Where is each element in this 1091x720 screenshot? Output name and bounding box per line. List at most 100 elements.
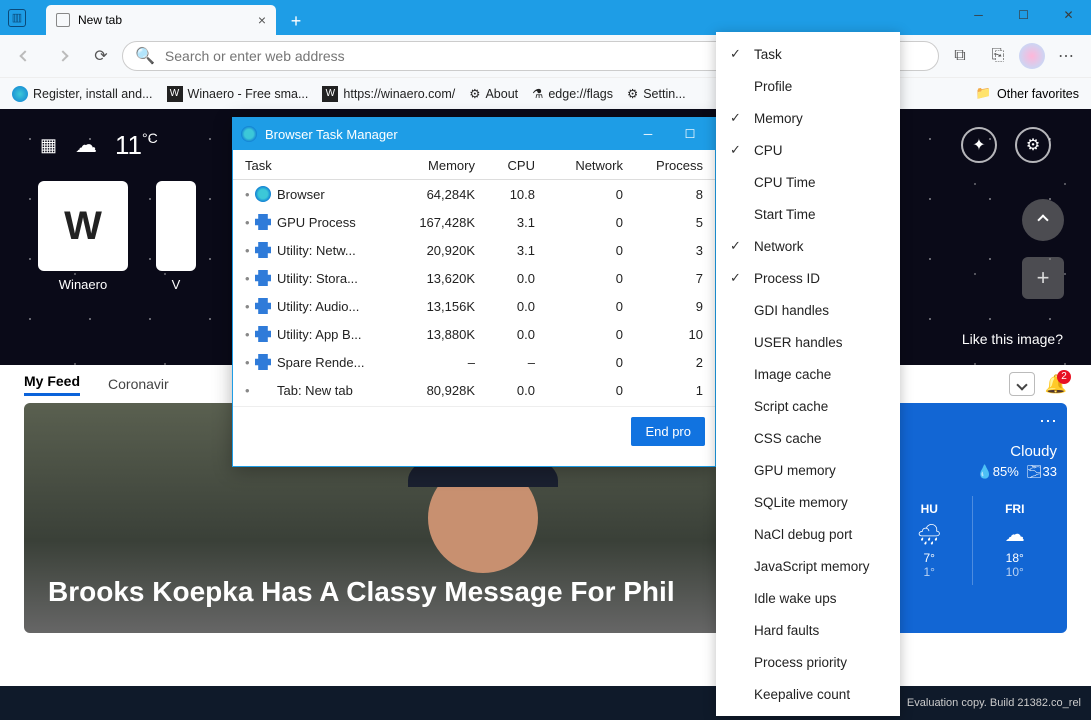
close-window-button[interactable]: ✕ [1046, 0, 1091, 30]
context-menu-item[interactable]: CPU Time [716, 166, 900, 198]
dropdown-icon[interactable] [1009, 372, 1035, 396]
screenshot-icon[interactable]: ⧉ [943, 39, 977, 73]
context-menu-item[interactable]: Image cache [716, 358, 900, 390]
bookmark-item[interactable]: WWinaero - Free sma... [167, 86, 309, 102]
cell-pid: 5 [627, 213, 707, 232]
back-button[interactable] [8, 39, 42, 73]
column-context-menu: TaskProfileMemoryCPUCPU TimeStart TimeNe… [716, 32, 900, 716]
cell-cpu: 0.0 [479, 297, 539, 316]
add-tile-button[interactable]: + [1022, 257, 1064, 299]
quick-link-tile[interactable]: V [156, 181, 196, 292]
context-menu-item[interactable]: Profile [716, 70, 900, 102]
col-network[interactable]: Network [539, 156, 627, 175]
cell-network: 0 [539, 297, 627, 316]
bookmark-item[interactable]: Register, install and... [12, 86, 153, 102]
context-menu-item[interactable]: Idle wake ups [716, 582, 900, 614]
profile-avatar[interactable] [1019, 43, 1045, 69]
task-row[interactable]: •Utility: Stora... 13,620K 0.0 0 7 [233, 264, 715, 292]
context-menu-item[interactable]: Start Time [716, 198, 900, 230]
context-menu-item[interactable]: Script cache [716, 390, 900, 422]
edge-icon [12, 86, 28, 102]
context-menu-item[interactable]: Network [716, 230, 900, 262]
col-process[interactable]: Process [627, 156, 707, 175]
quick-link-tile[interactable]: W Winaero [38, 181, 128, 292]
task-row[interactable]: •Utility: Netw... 20,920K 3.1 0 3 [233, 236, 715, 264]
cell-memory: 80,928K [399, 381, 479, 400]
task-row[interactable]: •Utility: Audio... 13,156K 0.0 0 9 [233, 292, 715, 320]
cell-cpu: – [479, 353, 539, 372]
context-menu-item[interactable]: GPU memory [716, 454, 900, 486]
windows-taskbar: Evaluation copy. Build 21382.co_rel [0, 686, 1091, 720]
like-image-label[interactable]: Like this image? [962, 331, 1063, 347]
col-task[interactable]: Task [241, 156, 399, 175]
context-menu-item[interactable]: Process ID [716, 262, 900, 294]
context-menu-item[interactable]: Hard faults [716, 614, 900, 646]
close-tab-button[interactable]: × [258, 12, 266, 28]
apps-grid-icon[interactable]: ▦ [40, 135, 57, 156]
sparkle-icon[interactable]: ✦ [961, 127, 997, 163]
process-icon [255, 298, 271, 314]
cell-cpu: 0.0 [479, 269, 539, 288]
window-title: Browser Task Manager [265, 127, 398, 142]
task-manager-titlebar[interactable]: Browser Task Manager ─ ☐ [233, 118, 715, 150]
more-icon[interactable]: ⋯ [1039, 411, 1057, 432]
bookmark-item[interactable]: ⚙Settin... [627, 86, 686, 101]
process-icon [255, 242, 271, 258]
context-menu-item[interactable]: NaCl debug port [716, 518, 900, 550]
context-menu-item[interactable]: CPU [716, 134, 900, 166]
bookmark-item[interactable]: ⚙About [469, 86, 518, 101]
context-menu-item[interactable]: SQLite memory [716, 486, 900, 518]
maximize-button[interactable]: ☐ [1001, 0, 1046, 30]
cloud-icon: ☁ [973, 522, 1058, 547]
gear-icon: ⚙ [627, 86, 638, 101]
notifications-button[interactable]: 🔔 2 [1045, 374, 1067, 395]
context-menu-item[interactable]: CSS cache [716, 422, 900, 454]
bookmark-item[interactable]: ⚗edge://flags [532, 86, 613, 101]
task-name: Utility: App B... [277, 327, 362, 342]
feed-tab-myfeed[interactable]: My Feed [24, 373, 80, 396]
bookmark-item[interactable]: Whttps://winaero.com/ [322, 86, 455, 102]
task-row[interactable]: •Utility: App B... 13,880K 0.0 0 10 [233, 320, 715, 348]
task-row[interactable]: •Spare Rende... – – 0 2 [233, 348, 715, 376]
site-icon: W [322, 86, 338, 102]
context-menu-item[interactable]: JavaScript memory [716, 550, 900, 582]
col-memory[interactable]: Memory [399, 156, 479, 175]
forward-button[interactable] [46, 39, 80, 73]
cell-memory: 13,156K [399, 297, 479, 316]
other-favorites[interactable]: Other favorites [997, 87, 1079, 101]
context-menu-item[interactable]: Memory [716, 102, 900, 134]
task-row[interactable]: •GPU Process 167,428K 3.1 0 5 [233, 208, 715, 236]
context-menu-item[interactable]: USER handles [716, 326, 900, 358]
end-process-button[interactable]: End pro [631, 417, 705, 446]
process-icon [255, 326, 271, 342]
task-row[interactable]: •Tab: New tab 80,928K 0.0 0 1 [233, 376, 715, 404]
settings-icon[interactable]: ⚙ [1015, 127, 1051, 163]
flags-icon: ⚗ [532, 86, 543, 101]
refresh-button[interactable]: ⟳ [84, 39, 118, 73]
task-manager-columns[interactable]: Task Memory CPU Network Process [233, 150, 715, 180]
process-icon [255, 186, 271, 202]
scroll-up-button[interactable] [1022, 199, 1064, 241]
maximize-button[interactable]: ☐ [673, 127, 707, 141]
cell-network: 0 [539, 213, 627, 232]
task-manager-window: Browser Task Manager ─ ☐ Task Memory CPU… [232, 117, 716, 467]
folder-icon: 📁 [975, 86, 991, 101]
task-name: Browser [277, 187, 325, 202]
context-menu-item[interactable]: Task [716, 38, 900, 70]
context-menu-item[interactable]: GDI handles [716, 294, 900, 326]
tab-actions-icon[interactable]: ▥ [8, 9, 26, 27]
minimize-button[interactable]: ─ [956, 0, 1001, 30]
task-name: Spare Rende... [277, 355, 364, 370]
new-tab-button[interactable]: + [282, 7, 310, 35]
weather-card[interactable]: ⋯ Cloudy 💧85% 🌫33 HU 🌧 7° 1° FRI ☁ 18° 1… [877, 403, 1067, 633]
browser-tab[interactable]: New tab × [46, 5, 276, 35]
minimize-button[interactable]: ─ [631, 127, 665, 141]
collections-icon[interactable]: ⎘ [981, 39, 1015, 73]
context-menu-item[interactable]: Process priority [716, 646, 900, 678]
menu-button[interactable]: ⋯ [1049, 39, 1083, 73]
task-row[interactable]: •Browser 64,284K 10.8 0 8 [233, 180, 715, 208]
col-cpu[interactable]: CPU [479, 156, 539, 175]
bookmarks-bar: Register, install and... WWinaero - Free… [0, 77, 1091, 109]
context-menu-item[interactable]: Keepalive count [716, 678, 900, 710]
feed-tab-coronavirus[interactable]: Coronavir [108, 376, 169, 392]
